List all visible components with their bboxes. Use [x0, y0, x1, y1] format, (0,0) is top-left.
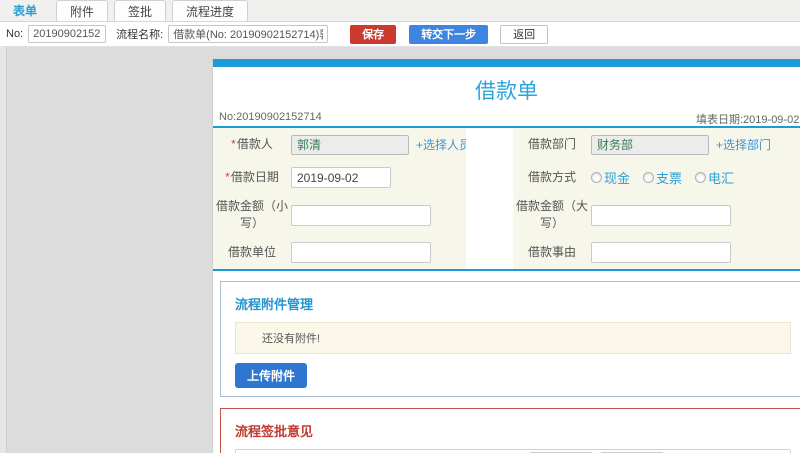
no-input[interactable]: [28, 25, 107, 43]
approval-section: 流程签批意见 B I abc: [220, 408, 800, 453]
approval-heading: 流程签批意见: [235, 424, 314, 439]
tab-attachments[interactable]: 附件: [56, 0, 109, 21]
tab-form[interactable]: 表单: [0, 0, 50, 21]
rich-text-editor: B I abc: [235, 449, 791, 453]
amount-lower-input[interactable]: [291, 204, 431, 226]
collapsed-sidebar-strip: [0, 47, 7, 453]
required-mark: *: [231, 137, 236, 151]
radio-cheque[interactable]: 支票: [643, 168, 682, 187]
amount-upper-label: 借款金额（大写）: [513, 194, 591, 236]
upload-attachment-button[interactable]: 上传附件: [235, 363, 308, 388]
radio-icon: [591, 172, 602, 183]
table-gutter: [466, 128, 513, 161]
process-name-label: 流程名称:: [116, 29, 164, 41]
form-number: No:20190902152714: [219, 111, 322, 123]
tab-approval[interactable]: 签批: [114, 0, 167, 21]
borrower-input[interactable]: [291, 134, 409, 155]
workspace: 借款单 No:20190902152714 填表日期:2019-09-02 15…: [0, 47, 800, 453]
table-row: 借款单位 借款事由: [213, 236, 800, 269]
panel-top-accent-bar: [213, 59, 800, 67]
attachments-section: 流程附件管理 还没有附件! 上传附件: [220, 281, 800, 397]
tab-process-progress[interactable]: 流程进度: [172, 0, 249, 21]
borrower-label: *借款人: [213, 128, 291, 161]
forward-next-step-button[interactable]: 转交下一步: [409, 24, 489, 44]
radio-icon: [695, 172, 707, 183]
action-toolbar: No: 流程名称: 保存 转交下一步 返回: [0, 22, 800, 47]
amount-upper-input[interactable]: [591, 204, 731, 226]
loan-unit-input[interactable]: [291, 242, 431, 263]
attachments-empty-notice: 还没有附件!: [235, 322, 791, 354]
select-department-link[interactable]: +选择部门: [716, 136, 771, 153]
loan-reason-label: 借款事由: [513, 236, 591, 269]
select-person-link[interactable]: +选择人员: [416, 136, 471, 153]
loan-reason-input[interactable]: [591, 242, 731, 263]
radio-icon: [643, 172, 655, 183]
table-row: 借款金额（小写） 借款金额（大写）: [213, 194, 800, 236]
loan-method-label: 借款方式: [513, 161, 591, 194]
amount-lower-label: 借款金额（小写）: [213, 194, 291, 236]
attachments-heading: 流程附件管理: [235, 297, 314, 312]
loan-form-panel: 借款单 No:20190902152714 填表日期:2019-09-02 15…: [212, 59, 800, 453]
table-row: *借款日期 借款方式 现金 支票: [213, 161, 800, 194]
table-gutter: [466, 161, 513, 194]
process-name-input[interactable]: [168, 25, 329, 43]
form-fill-date: 填表日期:2019-09-02 15:27:1: [696, 114, 800, 126]
table-row: *借款人 +选择人员 借款部门 +选择部门: [213, 128, 800, 161]
tab-bar: 表单 附件 签批 流程进度: [0, 0, 800, 22]
no-label: No:: [6, 28, 24, 40]
loan-date-label: *借款日期: [213, 161, 291, 194]
radio-wire-transfer[interactable]: 电汇: [695, 168, 734, 187]
save-button[interactable]: 保存: [350, 24, 397, 44]
form-title: 借款单: [475, 80, 538, 103]
loan-unit-label: 借款单位: [213, 236, 291, 269]
radio-cash[interactable]: 现金: [591, 168, 630, 187]
required-mark: *: [225, 170, 230, 184]
back-button[interactable]: 返回: [500, 24, 549, 44]
table-gutter: [466, 236, 513, 269]
divider-bottom: [213, 269, 800, 271]
department-input[interactable]: [591, 134, 709, 155]
loan-form-table: *借款人 +选择人员 借款部门 +选择部门 *借款日期: [213, 128, 800, 269]
table-gutter: [466, 194, 513, 236]
department-label: 借款部门: [513, 128, 591, 161]
form-meta-row: No:20190902152714 填表日期:2019-09-02 15:27:…: [213, 110, 800, 126]
loan-date-input[interactable]: [291, 167, 391, 188]
